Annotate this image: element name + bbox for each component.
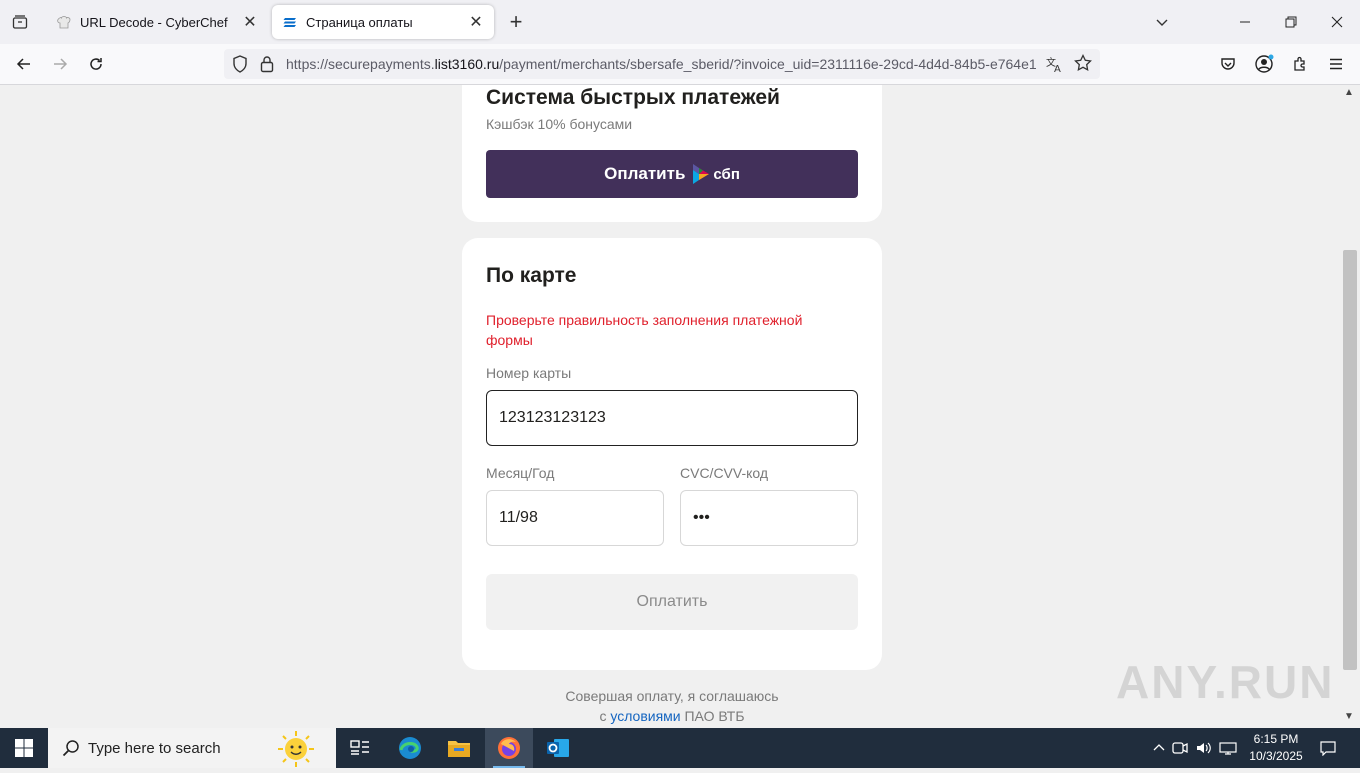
forward-arrow-icon[interactable] bbox=[48, 52, 72, 76]
menu-icon[interactable] bbox=[1324, 52, 1348, 76]
chevron-up-icon[interactable] bbox=[1150, 742, 1168, 754]
outlook-icon[interactable] bbox=[534, 728, 582, 768]
consent-line1: Совершая оплату, я соглашаюсь bbox=[565, 688, 779, 704]
url-host: list3160.ru bbox=[434, 56, 500, 72]
clock-time: 6:15 PM bbox=[1253, 732, 1299, 746]
search-icon bbox=[62, 739, 80, 757]
minimize-button[interactable] bbox=[1222, 0, 1268, 44]
account-icon[interactable] bbox=[1252, 52, 1276, 76]
tab-cyberchef[interactable]: URL Decode - CyberChef ✕ bbox=[46, 5, 268, 39]
restore-button[interactable] bbox=[1268, 0, 1314, 44]
card-form-title: По карте bbox=[486, 264, 577, 287]
consent-text: Совершая оплату, я соглашаюсь с условиям… bbox=[462, 686, 882, 726]
consent-prefix: с bbox=[599, 708, 611, 724]
sbp-logo-text: сбп bbox=[713, 165, 740, 183]
bookmark-star-icon[interactable] bbox=[1074, 53, 1092, 77]
url-prefix: https://securepayments. bbox=[286, 56, 435, 72]
anyrun-watermark: ANY.RUN bbox=[1116, 656, 1335, 708]
url-path: /payment/merchants/sbersafe_sberid/?invo… bbox=[499, 56, 1036, 72]
system-tray bbox=[1150, 728, 1240, 768]
form-error-message: Проверьте правильность заполнения платеж… bbox=[486, 312, 803, 348]
clock-date: 10/3/2025 bbox=[1249, 749, 1303, 763]
tab-strip: URL Decode - CyberChef ✕ Страница оплаты… bbox=[0, 0, 1360, 44]
expiry-input[interactable]: 11/98 bbox=[486, 490, 664, 546]
sbp-card: Система быстрых платежей Кэшбэк 10% бону… bbox=[462, 85, 882, 222]
meet-now-icon[interactable] bbox=[1168, 741, 1192, 755]
notification-icon[interactable] bbox=[1316, 728, 1340, 768]
consent-line2: с условиями ПАО ВТБ bbox=[462, 706, 882, 726]
back-arrow-icon[interactable] bbox=[12, 52, 36, 76]
reload-icon[interactable] bbox=[84, 52, 108, 76]
close-icon[interactable]: ✕ bbox=[468, 14, 484, 31]
payment-site-icon bbox=[282, 14, 298, 30]
file-explorer-icon[interactable] bbox=[435, 728, 483, 768]
taskbar-clock[interactable]: 6:15 PM 10/3/2025 bbox=[1236, 731, 1316, 765]
extensions-icon[interactable] bbox=[1288, 52, 1312, 76]
card-number-label: Номер карты bbox=[486, 365, 572, 381]
close-icon[interactable]: ✕ bbox=[242, 14, 258, 31]
svg-text:A: A bbox=[1054, 64, 1061, 73]
card-number-input[interactable]: 123123123123 bbox=[486, 390, 858, 446]
scroll-down-icon[interactable]: ▼ bbox=[1344, 711, 1354, 722]
chef-hat-icon bbox=[56, 14, 72, 30]
firefox-icon[interactable] bbox=[485, 728, 533, 768]
pay-button[interactable]: Оплатить bbox=[486, 574, 858, 630]
lock-icon[interactable] bbox=[260, 55, 274, 78]
card-payment-form: По карте Проверьте правильность заполнен… bbox=[462, 238, 882, 670]
task-view-icon[interactable] bbox=[336, 728, 384, 768]
cvc-input[interactable]: ••• bbox=[680, 490, 858, 546]
translate-icon[interactable]: 文A bbox=[1046, 55, 1064, 78]
windows-start-icon[interactable] bbox=[0, 728, 48, 768]
new-tab-button[interactable]: + bbox=[504, 9, 528, 34]
volume-icon[interactable] bbox=[1192, 741, 1216, 755]
terms-link[interactable]: условиями bbox=[610, 708, 680, 724]
consent-suffix: ПАО ВТБ bbox=[680, 708, 745, 724]
tab-title: Страница оплаты bbox=[306, 14, 413, 30]
taskbar-search-box[interactable]: Type here to search bbox=[48, 728, 336, 768]
scroll-up-icon[interactable]: ▲ bbox=[1344, 87, 1354, 98]
scrollbar-thumb[interactable] bbox=[1343, 250, 1357, 670]
tab-payment[interactable]: Страница оплаты ✕ bbox=[272, 5, 494, 39]
page-content: Система быстрых платежей Кэшбэк 10% бону… bbox=[0, 85, 1340, 728]
tab-title: URL Decode - CyberChef bbox=[80, 14, 228, 30]
cvc-label: CVC/CVV-код bbox=[680, 465, 769, 481]
sbp-pay-button[interactable]: Оплатить сбп bbox=[486, 150, 858, 198]
sbp-title: Система быстрых платежей bbox=[486, 86, 780, 109]
sbp-pay-label: Оплатить bbox=[604, 164, 686, 183]
weather-sun-icon[interactable] bbox=[268, 730, 324, 773]
page-scrollbar[interactable]: ▲ ▼ bbox=[1340, 85, 1360, 728]
search-placeholder: Type here to search bbox=[88, 739, 221, 757]
expiry-label: Месяц/Год bbox=[486, 465, 555, 481]
pocket-icon[interactable] bbox=[1216, 52, 1240, 76]
address-bar[interactable]: https://securepayments.list3160.ru/payme… bbox=[224, 49, 1100, 79]
windows-taskbar: Type here to search 6:15 PM 10/3/2025 bbox=[0, 728, 1360, 768]
tab-list-icon[interactable] bbox=[8, 10, 32, 34]
chevron-down-icon[interactable] bbox=[1150, 10, 1174, 34]
shield-icon[interactable] bbox=[232, 55, 248, 78]
url-text: https://securepayments.list3160.ru/payme… bbox=[286, 56, 1036, 72]
edge-browser-icon[interactable] bbox=[386, 728, 434, 768]
sbp-logo-icon bbox=[691, 163, 711, 185]
navigation-bar: https://securepayments.list3160.ru/payme… bbox=[0, 44, 1360, 85]
sbp-cashback-text: Кэшбэк 10% бонусами bbox=[486, 116, 633, 132]
close-window-button[interactable] bbox=[1314, 0, 1360, 44]
